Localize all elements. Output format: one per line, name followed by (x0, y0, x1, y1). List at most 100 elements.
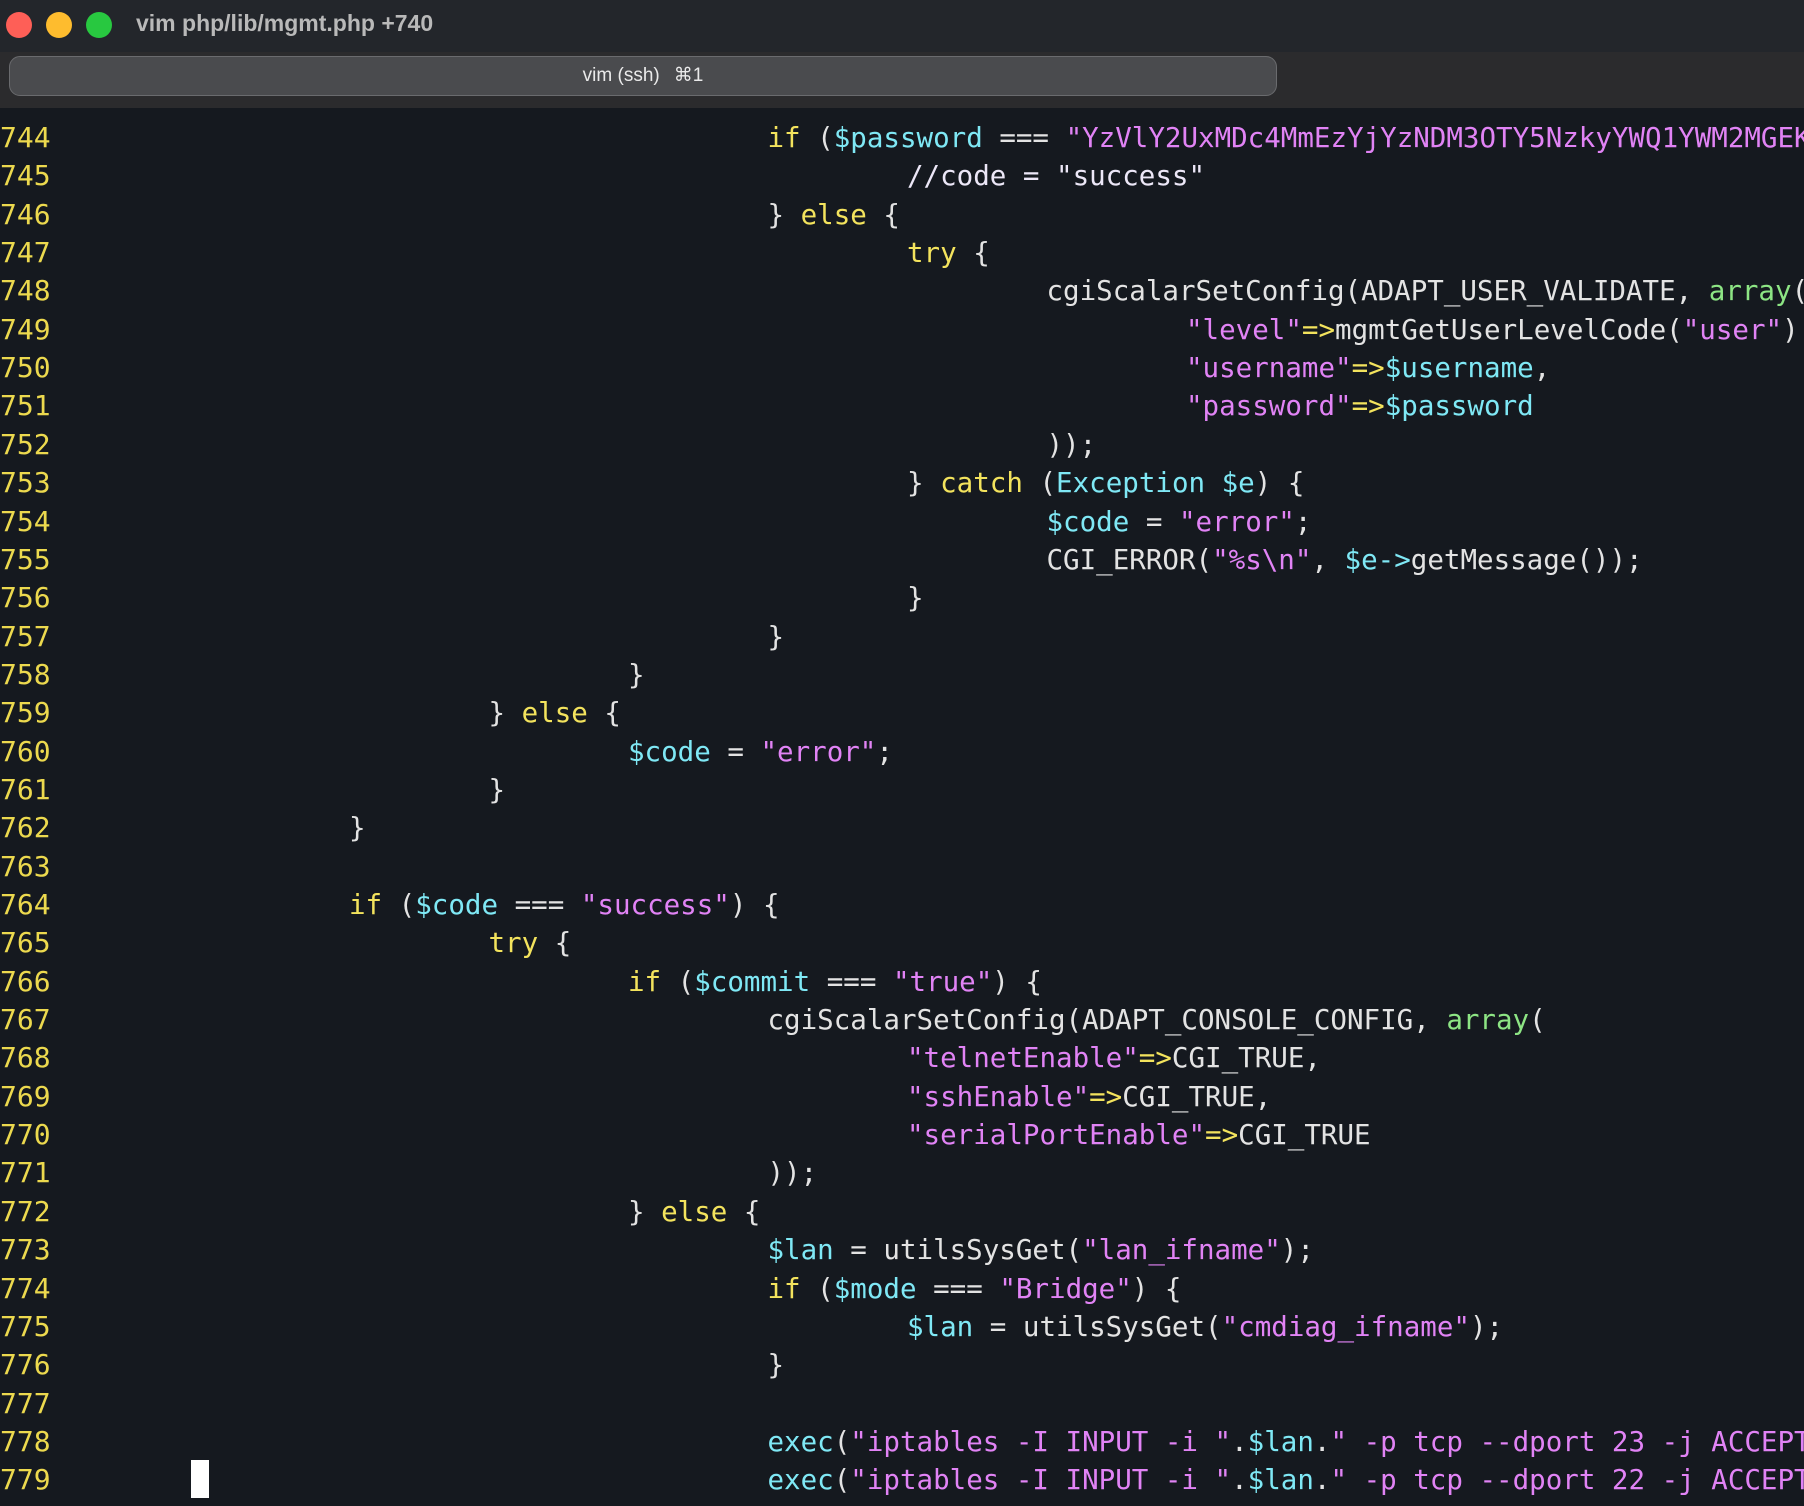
code-token: , (1533, 352, 1551, 385)
code-token: array (1708, 275, 1792, 308)
code-token: ; (1294, 505, 1312, 538)
code-line[interactable]: 744 if ($password === "YzVlY2UxMDc4MmEzYj… (0, 119, 1804, 157)
line-number: 748 (0, 274, 51, 308)
code-line[interactable]: 756} (0, 579, 1804, 617)
minimize-window-button[interactable] (46, 12, 72, 38)
code-token: CGI_TRUE, (1122, 1080, 1272, 1113)
code-token: } (767, 1349, 785, 1382)
code-token: => (1351, 390, 1385, 423)
line-number: 769 (0, 1079, 51, 1113)
line-number: 762 (0, 811, 51, 845)
code-token: "sshEnable" (907, 1080, 1090, 1113)
code-line[interactable]: 750 "username"=>$username, (0, 349, 1804, 387)
code-line[interactable]: 746} else { (0, 196, 1804, 234)
code-line[interactable]: 764 if ($code === "success") { (0, 886, 1804, 924)
code-line[interactable]: 748 cgiScalarSetConfig(ADAPT_USER_VALIDAT… (0, 272, 1804, 310)
code-line[interactable]: 770 "serialPortEnable"=>CGI_TRUE (0, 1116, 1804, 1154)
code-text: } (768, 1346, 785, 1384)
code-token: } (488, 697, 522, 730)
code-line[interactable]: 778 exec("iptables -I INPUT -i ".$lan." -… (0, 1423, 1804, 1461)
window-title: vim php/lib/mgmt.php +740 (136, 10, 434, 36)
code-token: $lan (1247, 1425, 1314, 1458)
code-token: $username (1384, 352, 1534, 385)
code-line[interactable]: 751 "password"=>$password (0, 387, 1804, 425)
code-token: ) { (729, 889, 780, 921)
line-number: 770 (0, 1118, 51, 1152)
code-token: ) { (992, 965, 1042, 998)
code-line[interactable]: 772} else { (0, 1193, 1804, 1231)
code-line[interactable]: 762} (0, 809, 1804, 847)
code-token: CGI_TRUE, (1171, 1042, 1321, 1075)
code-line[interactable]: 760 $code = "error"; (0, 733, 1804, 771)
code-line[interactable]: 747 try { (0, 234, 1804, 272)
code-line[interactable]: 777 (0, 1385, 1804, 1423)
line-number: 756 (0, 581, 51, 615)
code-line[interactable]: 775 $lan = utilsSysGet("cmdiag_ifname"); (0, 1308, 1804, 1346)
code-token: "success" (580, 889, 730, 921)
code-token: ); (1469, 1310, 1504, 1343)
code-line[interactable]: 767 cgiScalarSetConfig(ADAPT_CONSOLE_CONF… (0, 1001, 1804, 1039)
line-number: 774 (0, 1271, 51, 1305)
code-token: } (767, 620, 785, 653)
code-line[interactable]: 766 if ($commit === "true") { (0, 963, 1804, 1001)
code-line[interactable]: 758} (0, 656, 1804, 694)
code-line[interactable]: 753} catch (Exception $e) { (0, 464, 1804, 502)
vim-editor[interactable]: 744 if ($password === "YzVlY2UxMDc4MmEzYj… (0, 119, 1804, 1506)
code-line[interactable]: 765 try { (0, 924, 1804, 962)
line-number: 745 (0, 159, 51, 193)
code-token: } (767, 198, 801, 231)
code-token: try (907, 237, 957, 270)
code-token: ( (1792, 275, 1804, 307)
code-line[interactable]: 774 if ($mode === "Bridge") { (0, 1270, 1804, 1308)
code-token: ( (833, 1464, 851, 1497)
code-token: { (727, 1195, 761, 1228)
code-text: "telnetEnable"=>CGI_TRUE, (907, 1039, 1321, 1077)
code-token: CGI_ERROR( (1046, 543, 1213, 576)
code-line[interactable]: 776} (0, 1346, 1804, 1384)
code-line[interactable]: 754 $code = "error"; (0, 503, 1804, 541)
code-line[interactable]: 769 "sshEnable"=>CGI_TRUE, (0, 1078, 1804, 1116)
code-line[interactable]: 752)); (0, 426, 1804, 464)
close-window-button[interactable] (6, 12, 32, 38)
code-token: $e-> (1344, 543, 1411, 576)
code-token: "error" (1178, 505, 1295, 538)
code-text: } (489, 771, 506, 809)
code-token: $lan (907, 1310, 974, 1343)
code-token: catch (940, 467, 1023, 500)
code-token: exec (767, 1425, 834, 1458)
line-number: 752 (0, 427, 51, 461)
code-token: "cmdiag_ifname" (1221, 1310, 1470, 1343)
tab-shortcut: ⌘1 (673, 65, 704, 86)
line-number: 754 (0, 504, 51, 538)
code-line[interactable]: 757} (0, 618, 1804, 656)
zoom-window-button[interactable] (86, 12, 112, 38)
code-line[interactable]: 771)); (0, 1154, 1804, 1192)
code-token: "lan_ifname" (1082, 1234, 1281, 1267)
code-token: . (1313, 1464, 1331, 1497)
code-token: === (916, 1272, 1000, 1305)
code-line[interactable]: 749 "level"=>mgmtGetUserLevelCode("user")… (0, 311, 1804, 349)
tab-vim-ssh[interactable]: vim (ssh) ⌘1 (9, 56, 1277, 96)
code-text: "password"=>$password (1186, 387, 1534, 425)
code-line[interactable]: 768 "telnetEnable"=>CGI_TRUE, (0, 1039, 1804, 1077)
code-token: ( (800, 1272, 834, 1305)
code-line[interactable]: 761} (0, 771, 1804, 809)
code-line[interactable]: 779 exec("iptables -I INPUT -i ".$lan." -… (0, 1461, 1804, 1499)
code-token: $password (833, 122, 983, 154)
code-text: cgiScalarSetConfig(ADAPT_CONSOLE_CONFIG,… (768, 1001, 1546, 1039)
code-text: if ($code === "success") { (349, 886, 780, 924)
code-token: array (1446, 1004, 1530, 1037)
code-line[interactable]: 755 CGI_ERROR("%s\n", $e->getMessage()); (0, 541, 1804, 579)
code-text: exec("iptables -I INPUT -i ".$lan." -p t… (768, 1461, 1804, 1499)
code-text: if ($commit === "true") { (628, 963, 1042, 1001)
code-line[interactable]: 773 $lan = utilsSysGet("lan_ifname"); (0, 1231, 1804, 1269)
code-token: = utilsSysGet( (833, 1234, 1083, 1267)
code-text: } (628, 656, 645, 694)
code-text: $code = "error"; (1047, 503, 1312, 541)
tab-title: vim (ssh) (582, 65, 660, 86)
code-text: CGI_ERROR("%s\n", $e->getMessage()); (1047, 541, 1643, 579)
code-line[interactable]: 745 //code = "success" (0, 157, 1804, 195)
code-line[interactable]: 759} else { (0, 694, 1804, 732)
code-text: "level"=>mgmtGetUserLevelCode("user"), (1186, 311, 1804, 349)
code-line[interactable]: 763 (0, 848, 1804, 886)
